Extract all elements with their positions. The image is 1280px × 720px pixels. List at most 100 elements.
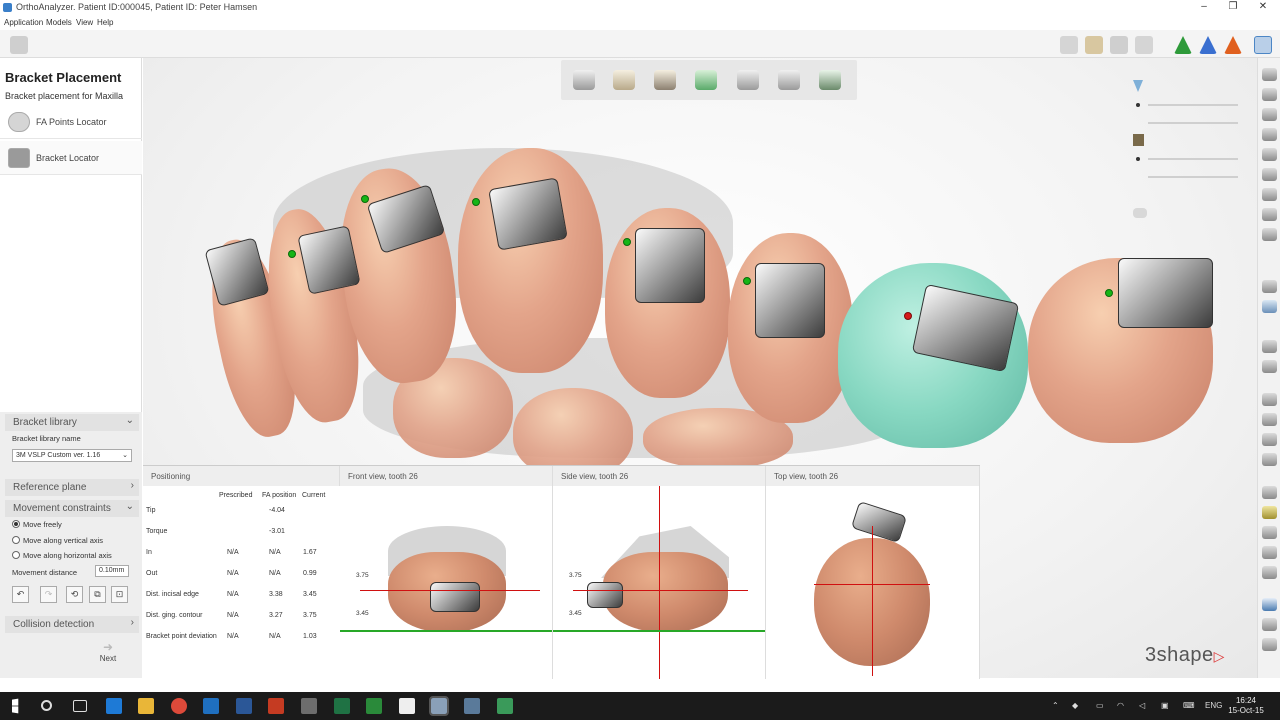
- zoom-tool-icon[interactable]: [1262, 638, 1277, 651]
- top-view[interactable]: [766, 486, 980, 679]
- fa-point-marker[interactable]: [472, 198, 480, 206]
- menu-help[interactable]: Help: [97, 18, 113, 27]
- fa-point-marker[interactable]: [1105, 289, 1113, 297]
- opacity-slider[interactable]: [1148, 158, 1238, 160]
- redo-icon[interactable]: ↷: [40, 586, 57, 603]
- step-bracket-locator[interactable]: Bracket Locator: [0, 141, 142, 175]
- tooth-axis-icon[interactable]: [654, 70, 676, 90]
- fa-point-marker-active[interactable]: [904, 312, 912, 320]
- lock-icon[interactable]: ⊡: [111, 586, 128, 603]
- camtasia-icon[interactable]: [366, 698, 382, 714]
- restore-button[interactable]: ❐: [1224, 1, 1242, 14]
- tooth-view-icon[interactable]: [1262, 280, 1277, 293]
- view-left-icon[interactable]: [1262, 108, 1277, 121]
- edge-icon[interactable]: [106, 698, 122, 714]
- section-icon[interactable]: [1262, 393, 1277, 406]
- app-icon[interactable]: [301, 698, 317, 714]
- menu-models[interactable]: Models: [46, 18, 72, 27]
- keyboard-icon[interactable]: ⌨: [1183, 701, 1195, 710]
- scan-view-icon[interactable]: [1085, 36, 1103, 54]
- menu-application[interactable]: Application: [4, 18, 43, 27]
- slider-handle[interactable]: [1136, 103, 1140, 107]
- rotate-icon[interactable]: ⟲: [66, 586, 83, 603]
- opacity-slider[interactable]: [1148, 104, 1238, 106]
- step-fa-points[interactable]: FA Points Locator: [0, 105, 142, 139]
- rotate-tool-icon[interactable]: [1262, 598, 1277, 611]
- menu-view[interactable]: View: [76, 18, 93, 27]
- frame-icon[interactable]: [1262, 413, 1277, 426]
- copy-icon[interactable]: ⧉: [89, 586, 106, 603]
- slider-handle[interactable]: [1136, 157, 1140, 161]
- movement-distance-input[interactable]: 0.10mm: [95, 565, 129, 577]
- lower-jaw-icon[interactable]: [778, 70, 800, 90]
- windows-start-icon[interactable]: [12, 698, 19, 714]
- view-front-icon[interactable]: [1262, 68, 1277, 81]
- zoom-in-icon[interactable]: [1262, 188, 1277, 201]
- settings-view-icon[interactable]: [1254, 36, 1272, 54]
- app-icon[interactable]: [399, 698, 415, 714]
- mesh-icon[interactable]: [1262, 566, 1277, 579]
- bracket[interactable]: [1118, 258, 1213, 328]
- bracket[interactable]: [488, 177, 568, 251]
- tray-chevron-icon[interactable]: ⌃: [1052, 701, 1059, 710]
- battery-icon[interactable]: ▭: [1096, 701, 1104, 710]
- side-view[interactable]: 3.75 3.45: [553, 486, 766, 679]
- fa-point-marker[interactable]: [288, 250, 296, 258]
- pan-icon[interactable]: [1262, 618, 1277, 631]
- shade-icon[interactable]: [1133, 80, 1143, 92]
- model-icon[interactable]: [1262, 433, 1277, 446]
- gingiva-thumb-icon[interactable]: [1133, 208, 1147, 218]
- fa-point-marker[interactable]: [743, 277, 751, 285]
- both-jaws-icon[interactable]: [573, 70, 595, 90]
- bracket[interactable]: [755, 263, 825, 338]
- movement-constraints-header[interactable]: Movement constraints ⌄: [5, 500, 139, 517]
- opacity-slider[interactable]: [1148, 176, 1238, 178]
- chrome-icon[interactable]: [171, 698, 187, 714]
- move-freely-radio[interactable]: [12, 520, 20, 528]
- check-view-icon[interactable]: [819, 70, 841, 90]
- occlusion-icon[interactable]: [1262, 526, 1277, 539]
- view-top-icon[interactable]: [1262, 148, 1277, 161]
- rotate-view-icon[interactable]: [1262, 228, 1277, 241]
- texture-icon[interactable]: [1110, 36, 1128, 54]
- gingiva-icon[interactable]: [1135, 36, 1153, 54]
- collision-detection-header[interactable]: Collision detection ›: [5, 616, 139, 633]
- language-indicator[interactable]: ENG: [1205, 701, 1222, 710]
- view-back-icon[interactable]: [1262, 88, 1277, 101]
- app-icon[interactable]: [497, 698, 513, 714]
- move-horizontal-radio[interactable]: [12, 551, 20, 559]
- tray-app-icon[interactable]: ◆: [1072, 701, 1078, 710]
- clock[interactable]: 16:24 15-Oct-15: [1228, 696, 1264, 716]
- texture-toggle-icon[interactable]: [1262, 506, 1277, 519]
- single-tooth-icon[interactable]: [613, 70, 635, 90]
- grid-icon[interactable]: [1262, 486, 1277, 499]
- outlook-icon[interactable]: [203, 698, 219, 714]
- wifi-icon[interactable]: ◠: [1117, 701, 1124, 710]
- axis-icon[interactable]: [1262, 360, 1277, 373]
- view-right-icon[interactable]: [1262, 128, 1277, 141]
- move-vertical-radio[interactable]: [12, 536, 20, 544]
- texture-thumb-icon[interactable]: [1133, 134, 1144, 146]
- display-icon[interactable]: ▣: [1161, 701, 1169, 710]
- powerpoint-icon[interactable]: [268, 698, 284, 714]
- app-icon[interactable]: [464, 698, 480, 714]
- arch-view-icon[interactable]: [1262, 300, 1277, 313]
- undo-icon[interactable]: ↶: [12, 586, 29, 603]
- file-explorer-icon[interactable]: [138, 698, 154, 714]
- layers-icon[interactable]: [1262, 453, 1277, 466]
- word-icon[interactable]: [236, 698, 252, 714]
- gingiva-view-icon[interactable]: [695, 70, 717, 90]
- bracket-library-select[interactable]: 3M VSLP Custom ver. 1.16 ⌄: [12, 449, 132, 462]
- task-view-icon[interactable]: [73, 700, 87, 712]
- minimize-button[interactable]: –: [1195, 1, 1213, 14]
- fa-point-marker[interactable]: [623, 238, 631, 246]
- bracket[interactable]: [635, 228, 705, 303]
- zoom-out-icon[interactable]: [1262, 208, 1277, 221]
- model-view-icon[interactable]: [1060, 36, 1078, 54]
- fa-point-marker[interactable]: [361, 195, 369, 203]
- volume-icon[interactable]: ◁: [1139, 701, 1145, 710]
- search-icon[interactable]: [41, 700, 52, 711]
- reference-plane-header[interactable]: Reference plane ›: [5, 479, 139, 496]
- close-button[interactable]: ✕: [1254, 1, 1272, 14]
- home-icon[interactable]: [10, 36, 28, 54]
